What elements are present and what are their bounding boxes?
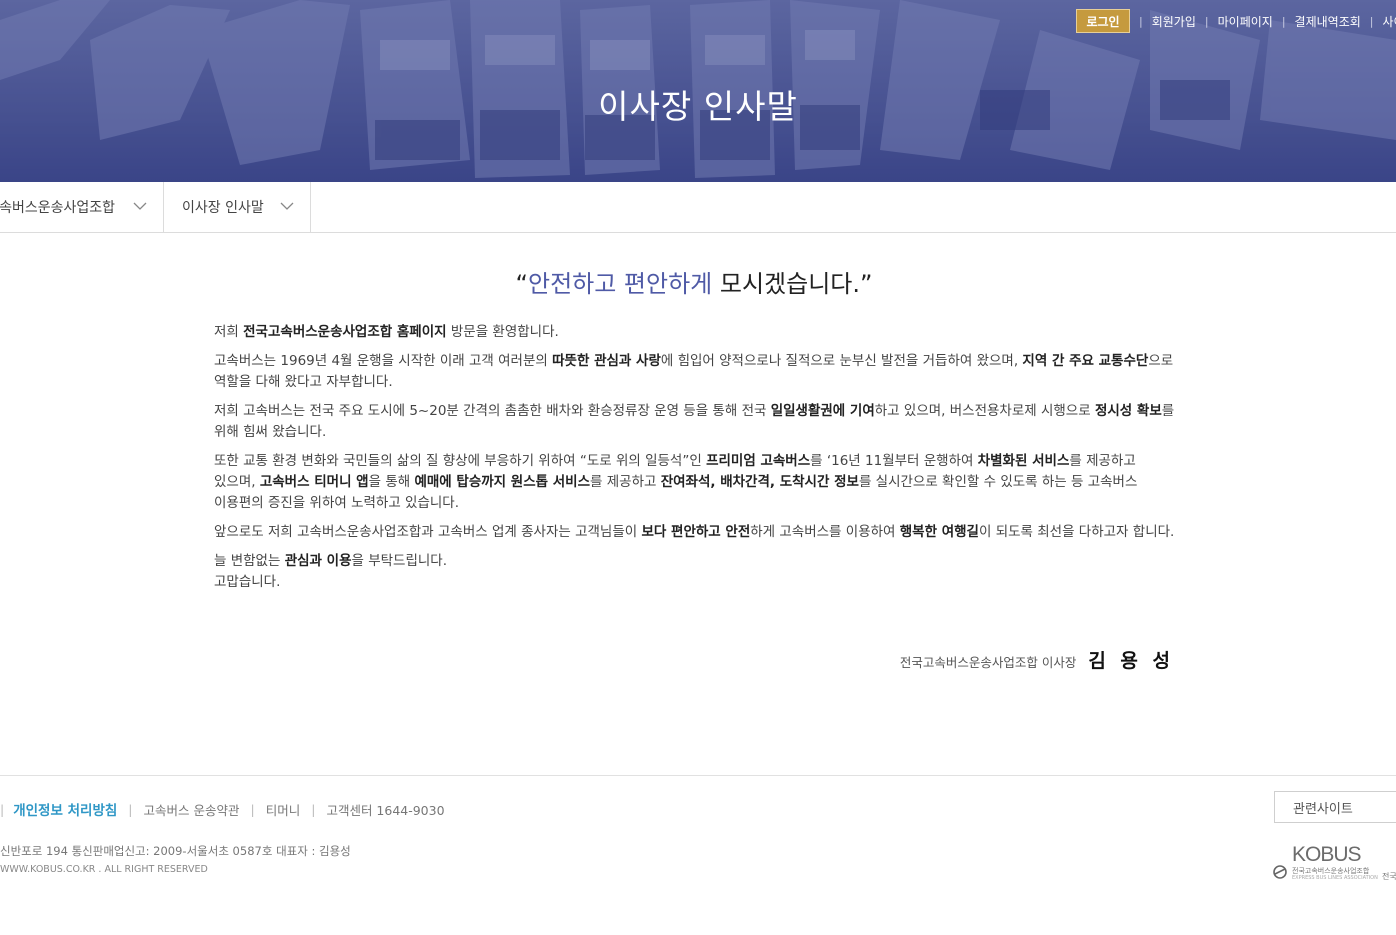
emphasis-text: 예매에 탑승까지 원스톱 서비스 [414, 474, 591, 490]
kobus-logo[interactable]: KOBUS 전국고속버스운송사업조합 EXPRESS BUS LINES ASS… [1272, 843, 1378, 883]
chevron-down-icon [280, 202, 294, 210]
body-text: 을 통해 [368, 474, 415, 490]
subnav-dropdown-greeting[interactable]: 이사장 인사말 [164, 182, 311, 232]
hero-banner: 이사장 인사말 로그인 | 회원가입 | 마이페이지 | 결제내역조회 | 사이… [0, 0, 1396, 182]
logo-subtext-en: EXPRESS BUS LINES ASSOCIATION [1292, 875, 1378, 881]
footer-separator: | [0, 801, 5, 817]
chevron-down-icon [133, 202, 147, 210]
body-text: 를 제공하고 [590, 474, 661, 490]
logo-wordmark: KOBUS [1292, 843, 1362, 866]
util-separator: | [1204, 14, 1209, 28]
terms-link[interactable]: 고속버스 운송약관 [144, 800, 240, 819]
greeting-paragraph: 또한 교통 환경 변화와 국민들의 삶의 질 향상에 부응하기 위하여 “도로 … [214, 451, 1176, 514]
body-text: 또한 교통 환경 변화와 국민들의 삶의 질 향상에 부응하기 위하여 “도로 … [214, 453, 707, 469]
subnav-label: 고속버스운송사업조합 [0, 200, 115, 216]
body-text: 하고 있으며, 버스전용차로제 시행으로 [874, 403, 1095, 419]
emphasis-text: 보다 편안하고 안전 [641, 524, 751, 540]
footer-copyright: WWW.KOBUS.CO.KR . ALL RIGHT RESERVED [0, 864, 208, 875]
greeting-paragraph: 앞으로도 저희 고속버스운송사업조합과 고속버스 업계 종사자는 고객님들이 보… [214, 522, 1176, 543]
bus-logo-mark-icon [1273, 865, 1287, 879]
footer-separator: | [311, 801, 316, 817]
body-text: 고맙습니다. [214, 574, 281, 590]
emphasis-text: 차별화된 서비스 [977, 453, 1070, 469]
sub-navigation: 고속버스운송사업조합 이사장 인사말 [0, 182, 1396, 233]
util-separator: | [1281, 14, 1286, 28]
body-text: 이 되도록 최선을 다하고자 합니다. [978, 524, 1175, 540]
page-title: 이사장 인사말 [598, 87, 798, 126]
body-text: 에 힘입어 양적으로나 질적으로 눈부신 발전을 거듭하여 왔으며, [660, 353, 1023, 369]
footer-separator: | [128, 801, 133, 817]
body-text: 고속버스는 1969년 4월 운행을 시작한 이래 고객 여러분의 [214, 353, 553, 369]
headline-open-quote: “ [515, 270, 528, 298]
greeting-paragraph: 고속버스는 1969년 4월 운행을 시작한 이래 고객 여러분의 따뜻한 관심… [214, 351, 1176, 393]
greeting-paragraph: 저희 전국고속버스운송사업조합 홈페이지 방문을 환영합니다. [214, 322, 1176, 343]
footer-address: 신반포로 194 통신판매업신고: 2009-서울서초 0587호 대표자 : … [0, 844, 351, 858]
greeting-body: 저희 전국고속버스운송사업조합 홈페이지 방문을 환영합니다. 고속버스는 19… [214, 322, 1176, 601]
util-separator: | [1139, 14, 1143, 28]
body-text: 저희 고속버스는 전국 주요 도시에 5~20분 간격의 촘촘한 배차와 환승정… [214, 403, 771, 419]
greeting-paragraph: 저희 고속버스는 전국 주요 도시에 5~20분 간격의 촘촘한 배차와 환승정… [214, 401, 1176, 443]
body-text: 방문을 환영합니다. [446, 324, 559, 340]
payment-history-link[interactable]: 결제내역조회 [1295, 13, 1361, 30]
headline-rest: 모시겠습니다. [712, 270, 861, 298]
body-text: 을 부탁드립니다. [351, 553, 448, 569]
body-text: 앞으로도 저희 고속버스운송사업조합과 고속버스 업계 종사자는 고객님들이 [214, 524, 642, 540]
subnav-label: 이사장 인사말 [182, 200, 264, 216]
signup-link[interactable]: 회원가입 [1152, 13, 1196, 30]
customer-center-phone: 고객센터 1644-9030 [326, 802, 445, 818]
footer-divider [0, 775, 1396, 776]
sitemap-link[interactable]: 사이트 [1383, 13, 1396, 30]
emphasis-text: 따뜻한 관심과 사랑 [552, 353, 661, 369]
utility-nav: 로그인 | 회원가입 | 마이페이지 | 결제내역조회 | 사이트 [1076, 9, 1396, 33]
signature-org: 전국고속버스운송사업조합 이사장 [899, 655, 1077, 670]
headline-accent: 안전하고 편안하게 [527, 270, 713, 298]
emphasis-text: 지역 간 주요 교통수단 [1022, 353, 1149, 369]
emphasis-text: 전국고속버스운송사업조합 홈페이지 [243, 324, 447, 340]
emphasis-text: 일일생활권에 기여 [770, 403, 875, 419]
emphasis-text: 행복한 여행길 [899, 524, 979, 540]
emphasis-text: 잔여좌석, 배차간격, 도착시간 정보 [660, 474, 859, 490]
body-text: 를 ‘16년 11월부터 운행하여 [810, 453, 978, 469]
footer-links: | 개인정보 처리방침 | 고속버스 운송약관 | 티머니 | 고객센터 164… [0, 799, 445, 820]
tmoney-link[interactable]: 티머니 [266, 800, 301, 819]
subnav-dropdown-association[interactable]: 고속버스운송사업조합 [0, 182, 164, 232]
footer-separator: | [250, 801, 255, 817]
emphasis-text: 고속버스 티머니 앱 [259, 474, 369, 490]
mypage-link[interactable]: 마이페이지 [1218, 13, 1273, 30]
body-text: 저희 [214, 324, 244, 340]
signature-name: 김 용 성 [1088, 650, 1174, 672]
emphasis-text: 정시성 확보 [1094, 403, 1162, 419]
greeting-paragraph: 늘 변함없는 관심과 이용을 부탁드립니다. 고맙습니다. [214, 551, 1176, 593]
headline-close-quote: ” [860, 270, 873, 298]
greeting-headline: “안전하고 편안하게 모시겠습니다.” [0, 264, 1388, 299]
privacy-policy-link[interactable]: 개인정보 처리방침 [13, 799, 117, 819]
emphasis-text: 관심과 이용 [284, 553, 352, 569]
related-sites-select[interactable]: 관련사이트 [1274, 791, 1396, 823]
util-separator: | [1369, 14, 1374, 28]
signature: 전국고속버스운송사업조합 이사장 김 용 성 [900, 646, 1174, 673]
body-text: 늘 변함없는 [214, 553, 285, 569]
login-button[interactable]: 로그인 [1076, 9, 1130, 33]
body-text: 하게 고속버스를 이용하여 [750, 524, 900, 540]
footer-edge-text: 전국 [1382, 872, 1396, 881]
emphasis-text: 프리미엄 고속버스 [706, 453, 811, 469]
